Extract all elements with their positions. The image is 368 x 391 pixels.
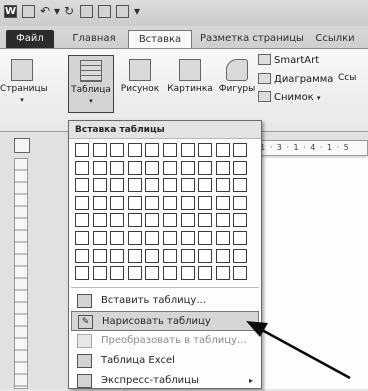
pointer-arrow-icon [246, 321, 351, 380]
